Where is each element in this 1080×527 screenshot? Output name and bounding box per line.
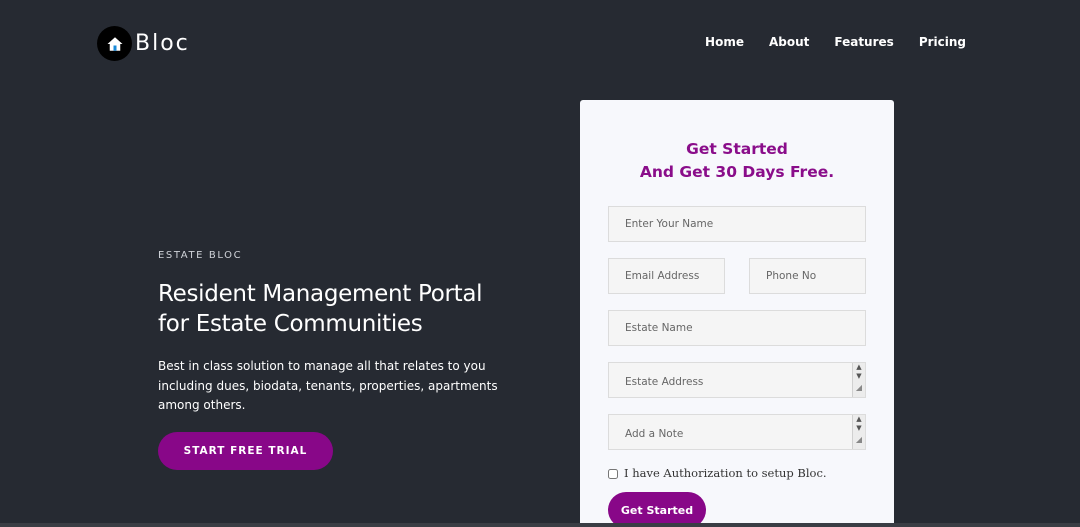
get-started-button[interactable]: Get Started	[608, 492, 706, 527]
note-scrollbar[interactable]: ▲ ▼ ◢	[852, 415, 865, 449]
signup-title-line1: Get Started	[686, 140, 788, 158]
scroll-down-icon[interactable]: ▼	[856, 424, 861, 433]
hero-eyebrow: ESTATE BLOC	[158, 250, 243, 261]
hero-headline-line1: Resident Management Portal	[158, 281, 483, 307]
signup-title: Get Started And Get 30 Days Free.	[580, 138, 894, 184]
scroll-up-icon[interactable]: ▲	[856, 415, 861, 424]
main-nav: Home About Features Pricing	[705, 35, 966, 49]
estate-address-scrollbar[interactable]: ▲ ▼ ◢	[852, 363, 865, 397]
nav-home[interactable]: Home	[705, 35, 744, 49]
estate-name-input[interactable]	[608, 310, 866, 346]
hero-subtext: Best in class solution to manage all tha…	[158, 359, 498, 412]
note-textarea[interactable]	[608, 414, 866, 450]
scroll-up-icon[interactable]: ▲	[856, 363, 861, 372]
nav-pricing[interactable]: Pricing	[919, 35, 966, 49]
phone-input[interactable]	[749, 258, 866, 294]
estate-address-textarea[interactable]	[608, 362, 866, 398]
authorization-checkbox[interactable]	[608, 469, 618, 479]
resize-grip-icon[interactable]: ◢	[856, 435, 862, 444]
scroll-down-icon[interactable]: ▼	[856, 372, 861, 381]
brand-logo[interactable]: Bloc	[97, 26, 190, 61]
authorization-consent[interactable]: I have Authorization to setup Bloc.	[608, 466, 827, 480]
home-icon	[97, 26, 132, 61]
name-input[interactable]	[608, 206, 866, 242]
landing-page: Bloc Home About Features Pricing ESTATE …	[0, 0, 1080, 527]
hero-headline: Resident Management Portal for Estate Co…	[158, 279, 548, 339]
brand-name: Bloc	[135, 31, 190, 56]
signup-card: Get Started And Get 30 Days Free. ▲ ▼ ◢ …	[580, 100, 894, 527]
hero-headline-line2: for Estate Communities	[158, 311, 423, 337]
nav-about[interactable]: About	[769, 35, 809, 49]
authorization-label: I have Authorization to setup Bloc.	[624, 466, 827, 480]
start-free-trial-button[interactable]: START FREE TRIAL	[158, 432, 333, 470]
bottom-divider	[0, 523, 1080, 527]
signup-title-line2: And Get 30 Days Free.	[639, 163, 835, 181]
nav-features[interactable]: Features	[834, 35, 893, 49]
email-input[interactable]	[608, 258, 725, 294]
resize-grip-icon[interactable]: ◢	[856, 383, 862, 392]
hero-section: ESTATE BLOC Resident Management Portal f…	[158, 250, 548, 470]
